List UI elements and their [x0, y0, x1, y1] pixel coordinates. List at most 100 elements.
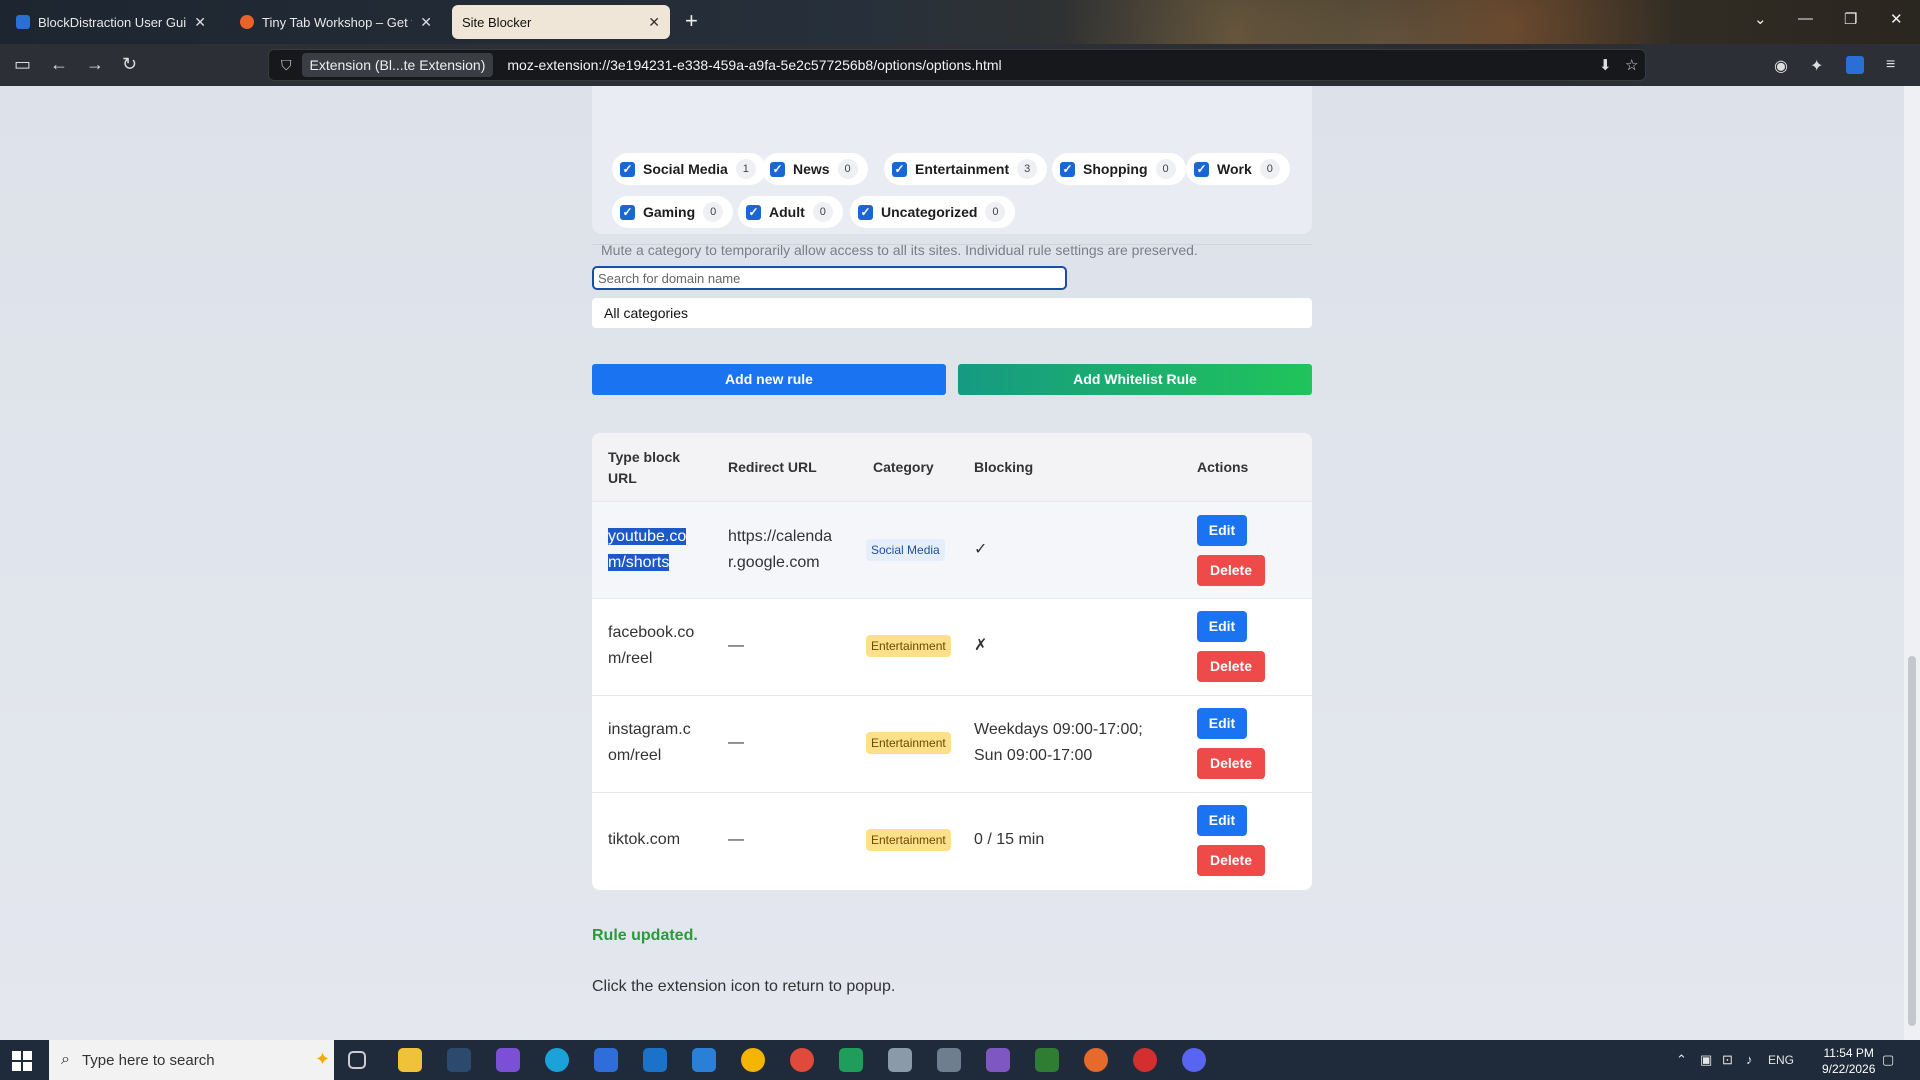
rule-url[interactable]: facebook.co m/reel — [608, 620, 694, 672]
tab-site-blocker[interactable]: Site Blocker ✕ — [452, 5, 670, 39]
tab-blockdistraction-guide[interactable]: BlockDistraction User Guide: Ru ✕ — [6, 5, 216, 39]
calculator-icon[interactable] — [937, 1048, 961, 1072]
category-chip-social-media[interactable]: ✓ Social Media 1 — [612, 153, 766, 185]
scrollbar-thumb[interactable] — [1908, 656, 1916, 1026]
category-badge: Entertainment — [866, 635, 951, 657]
category-chip-uncategorized[interactable]: ✓ Uncategorized 0 — [850, 196, 1016, 228]
table-row: instagram.c om/reel — Entertainment Week… — [592, 695, 1312, 792]
opera-icon[interactable] — [1133, 1048, 1157, 1072]
edit-button[interactable]: Edit — [1197, 708, 1247, 739]
tab-tiny-tab-workshop[interactable]: Tiny Tab Workshop – Get this Th ✕ — [230, 5, 442, 39]
save-page-icon[interactable]: ⬇ — [1599, 56, 1612, 74]
clock[interactable]: 11:54 PM 9/22/2026 — [1822, 1045, 1875, 1077]
edit-button[interactable]: Edit — [1197, 805, 1247, 836]
discord-icon[interactable] — [1182, 1048, 1206, 1072]
checkbox-checked-icon[interactable]: ✓ — [892, 161, 907, 177]
checkbox-checked-icon[interactable]: ✓ — [620, 161, 635, 177]
teams-icon[interactable] — [986, 1048, 1010, 1072]
rule-url[interactable]: instagram.c om/reel — [608, 717, 691, 769]
tray-overflow-icon[interactable]: ⌃ — [1676, 1052, 1687, 1068]
delete-button[interactable]: Delete — [1197, 651, 1265, 682]
edge-icon[interactable] — [545, 1048, 569, 1072]
rule-redirect: — — [728, 637, 744, 654]
checkbox-checked-icon[interactable]: ✓ — [746, 204, 761, 220]
notifications-icon[interactable]: ▢ — [1882, 1052, 1894, 1068]
outlook-icon[interactable] — [643, 1048, 667, 1072]
delete-button[interactable]: Delete — [1197, 748, 1265, 779]
volume-icon[interactable]: ♪ — [1746, 1052, 1753, 1067]
windows-start-icon[interactable] — [12, 1051, 32, 1071]
category-chip-gaming[interactable]: ✓ Gaming 0 — [612, 196, 734, 228]
close-tab-icon[interactable]: ✕ — [194, 14, 206, 31]
taskbar-search[interactable]: ⌕ Type here to search ✦ — [49, 1040, 334, 1080]
category-chip-entertainment[interactable]: ✓ Entertainment 3 — [884, 153, 1048, 185]
url-text[interactable]: moz-extension://3e194231-e338-459a-a9fa-… — [507, 57, 1001, 73]
checkbox-checked-icon[interactable]: ✓ — [1194, 161, 1209, 177]
checkbox-checked-icon[interactable]: ✓ — [770, 161, 785, 177]
list-all-tabs-icon[interactable]: ⌄ — [1754, 10, 1767, 28]
reload-icon[interactable]: ↻ — [122, 54, 137, 75]
rule-url[interactable]: tiktok.com — [608, 827, 680, 853]
file-explorer-icon[interactable] — [398, 1048, 422, 1072]
store-icon[interactable] — [594, 1048, 618, 1072]
blockdistraction-extension-icon[interactable] — [1846, 56, 1864, 74]
delete-button[interactable]: Delete — [1197, 845, 1265, 876]
category-count: 1 — [735, 159, 756, 179]
new-tab-icon[interactable]: + — [685, 8, 698, 34]
category-chip-shopping[interactable]: ✓ Shopping 0 — [1052, 153, 1186, 185]
table-row: youtube.co m/shorts https://calenda r.go… — [592, 501, 1312, 598]
site-identity-chip[interactable]: Extension (Bl...te Extension) — [301, 53, 494, 77]
domain-search-input[interactable] — [592, 266, 1067, 290]
delete-button[interactable]: Delete — [1197, 555, 1265, 586]
task-view-icon[interactable] — [348, 1051, 366, 1069]
address-bar[interactable]: ⛉ Extension (Bl...te Extension) moz-exte… — [268, 49, 1646, 81]
edit-button[interactable]: Edit — [1197, 515, 1247, 546]
restore-icon[interactable]: ❐ — [1844, 10, 1857, 28]
category-chip-news[interactable]: ✓ News 0 — [762, 153, 868, 185]
add-new-rule-button[interactable]: Add new rule — [592, 364, 946, 395]
checkbox-checked-icon[interactable]: ✓ — [858, 204, 873, 220]
language-indicator[interactable]: ENG — [1768, 1053, 1794, 1067]
copilot-icon[interactable] — [496, 1048, 520, 1072]
menu-icon[interactable]: ≡ — [1886, 56, 1895, 74]
close-tab-icon[interactable]: ✕ — [648, 14, 660, 31]
category-name: Adult — [769, 204, 805, 220]
page-scrollbar[interactable] — [1904, 86, 1920, 1040]
back-icon[interactable]: ← — [50, 54, 68, 75]
extensions-icon[interactable]: ✦ — [1810, 56, 1823, 76]
category-chip-adult[interactable]: ✓ Adult 0 — [738, 196, 843, 228]
table-header: Type block URL Redirect URL Category Blo… — [592, 433, 1312, 501]
checkbox-checked-icon[interactable]: ✓ — [620, 204, 635, 220]
blockdistraction-favicon-icon — [16, 15, 30, 29]
notepad-icon[interactable] — [1035, 1048, 1059, 1072]
network-icon[interactable]: ⊡ — [1722, 1052, 1733, 1068]
account-icon[interactable]: ◉ — [1774, 56, 1788, 76]
chrome-icon[interactable] — [790, 1048, 814, 1072]
close-tab-icon[interactable]: ✕ — [420, 14, 432, 31]
bookmark-star-icon[interactable]: ☆ — [1625, 56, 1638, 74]
return-hint: Click the extension icon to return to po… — [592, 978, 896, 995]
rule-url-line: m/reel — [608, 650, 653, 667]
sidebar-toggle-icon[interactable]: ▭ — [14, 54, 31, 75]
category-select[interactable]: All categories — [592, 298, 1312, 328]
category-count: 0 — [812, 202, 833, 222]
close-window-icon[interactable]: ✕ — [1890, 10, 1903, 28]
steam-icon[interactable] — [447, 1048, 471, 1072]
firefox-icon[interactable] — [1084, 1048, 1108, 1072]
shield-icon[interactable]: ⛉ — [281, 57, 292, 74]
app-gray-icon[interactable] — [888, 1048, 912, 1072]
edit-button[interactable]: Edit — [1197, 611, 1247, 642]
header-text: URL — [608, 470, 637, 486]
category-chip-work[interactable]: ✓ Work 0 — [1186, 153, 1290, 185]
forward-icon[interactable]: → — [86, 54, 104, 75]
vscode-icon[interactable] — [692, 1048, 716, 1072]
drive-icon[interactable] — [839, 1048, 863, 1072]
minimize-icon[interactable]: — — [1798, 10, 1813, 27]
checkbox-checked-icon[interactable]: ✓ — [1060, 161, 1075, 177]
add-whitelist-rule-button[interactable]: Add Whitelist Rule — [958, 364, 1312, 395]
app-yellow-icon[interactable] — [741, 1048, 765, 1072]
meet-icon[interactable]: ▣ — [1700, 1052, 1712, 1068]
header-blocking: Blocking — [974, 459, 1034, 475]
rule-url[interactable]: youtube.co m/shorts — [608, 524, 687, 576]
rule-redirect: https://calenda r.google.com — [728, 524, 832, 576]
